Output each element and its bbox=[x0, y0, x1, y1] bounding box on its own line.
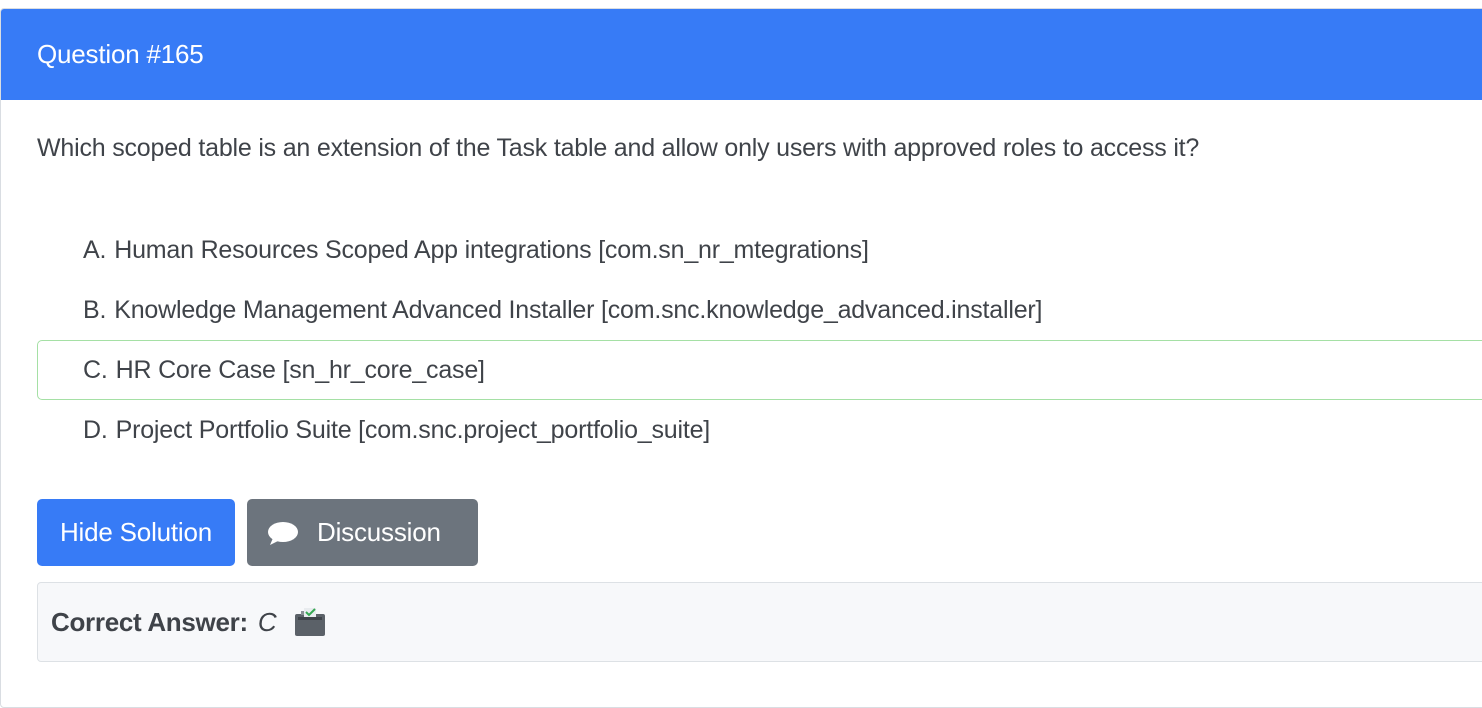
question-text: Which scoped table is an extension of th… bbox=[37, 134, 1200, 162]
hide-solution-button[interactable]: Hide Solution bbox=[37, 499, 235, 566]
choice-a[interactable]: A. Human Resources Scoped App integratio… bbox=[37, 220, 1482, 280]
correct-answer-value: C bbox=[257, 606, 277, 637]
choice-text: Project Portfolio Suite [com.snc.project… bbox=[115, 415, 711, 444]
correct-answer-box: Correct Answer: C bbox=[37, 582, 1482, 662]
choice-letter: B. bbox=[83, 295, 107, 324]
choice-text: HR Core Case [sn_hr_core_case] bbox=[115, 355, 485, 384]
choice-letter: C. bbox=[83, 355, 108, 384]
question-header: Question #165 bbox=[1, 9, 1482, 100]
choice-letter: A. bbox=[83, 235, 107, 264]
discussion-button[interactable]: Discussion bbox=[247, 499, 478, 566]
choice-d[interactable]: D. Project Portfolio Suite [com.snc.proj… bbox=[37, 400, 1482, 460]
correct-answer-label: Correct Answer: bbox=[51, 606, 248, 637]
choices-list: A. Human Resources Scoped App integratio… bbox=[37, 220, 1482, 460]
action-buttons: Hide Solution Discussion bbox=[37, 499, 478, 566]
choice-b[interactable]: B. Knowledge Management Advanced Install… bbox=[37, 280, 1482, 340]
choice-text: Human Resources Scoped App integrations … bbox=[114, 235, 869, 264]
choice-text: Knowledge Management Advanced Installer … bbox=[114, 295, 1043, 324]
question-title: Question #165 bbox=[37, 39, 204, 69]
discussion-label: Discussion bbox=[317, 517, 441, 547]
choice-letter: D. bbox=[83, 415, 108, 444]
speech-bubble-icon bbox=[268, 521, 298, 545]
choice-c[interactable]: C. HR Core Case [sn_hr_core_case] bbox=[37, 340, 1482, 400]
ballot-box-icon[interactable] bbox=[293, 607, 327, 637]
